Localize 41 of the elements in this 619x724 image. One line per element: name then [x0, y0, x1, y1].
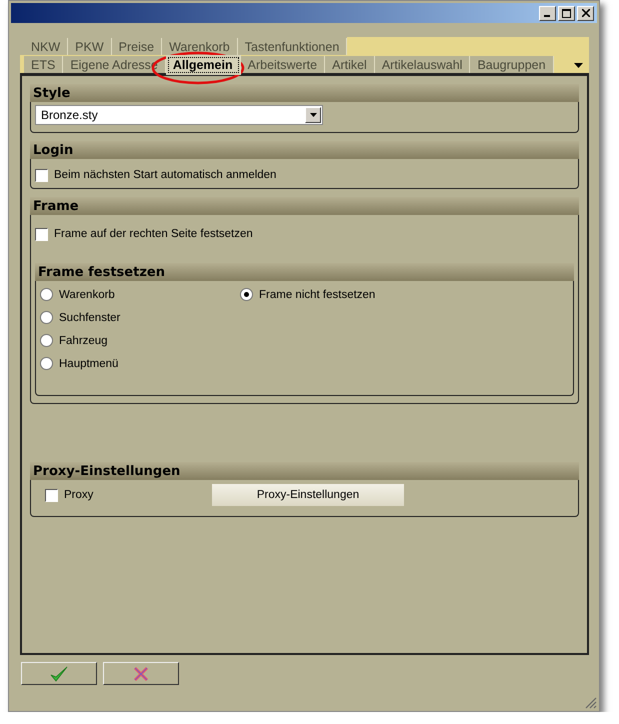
section-header: Style [30, 84, 579, 102]
section-header: Frame [30, 197, 579, 215]
radio-button[interactable]: Warenkorb [40, 283, 240, 306]
checkbox-label: Beim nächsten Start automatisch anmelden [54, 169, 276, 181]
style-dropdown[interactable]: Bronze.sty [35, 105, 323, 125]
tab[interactable]: Baugruppen [470, 56, 554, 73]
tab[interactable]: Preise [112, 38, 162, 55]
radio-button[interactable]: Fahrzeug [40, 329, 240, 352]
tab[interactable]: Allgemein [166, 55, 241, 75]
proxy-settings-button[interactable]: Proxy-Einstellungen [212, 484, 404, 506]
dropdown-arrow-icon[interactable] [574, 63, 583, 68]
checkbox[interactable] [35, 168, 48, 182]
tab[interactable]: Arbeitswerte [240, 56, 326, 73]
radio-button[interactable]: Hauptmenü [40, 352, 240, 375]
checkbox-label: Proxy [64, 489, 94, 501]
checkmark-icon [50, 666, 68, 682]
checkbox[interactable] [45, 488, 58, 502]
checkbox-label: Frame auf der rechten Seite festsetzen [54, 228, 253, 240]
resize-grip-icon[interactable] [585, 697, 597, 709]
close-icon [582, 9, 590, 17]
maximize-icon [562, 8, 571, 18]
ok-button[interactable] [21, 662, 97, 685]
tab[interactable]: Artikel [325, 56, 375, 73]
radio-button[interactable]: Suchfenster [40, 306, 240, 329]
radio-label: Fahrzeug [59, 334, 108, 346]
tab[interactable]: Artikelauswahl [374, 56, 470, 73]
maximize-button[interactable] [558, 6, 575, 20]
radio-label: Warenkorb [59, 288, 115, 300]
cancel-button[interactable] [103, 662, 179, 685]
radio-label: Frame nicht festsetzen [259, 288, 376, 300]
section-header: Login [30, 141, 579, 159]
section-header: Proxy-Einstellungen [30, 462, 579, 480]
tab[interactable]: ETS [24, 56, 64, 73]
cross-icon [133, 666, 149, 682]
group-header: Frame festsetzen [35, 263, 574, 281]
minimize-button[interactable] [539, 6, 556, 20]
close-button[interactable] [577, 6, 594, 20]
radio-button[interactable]: Frame nicht festsetzen [240, 283, 569, 306]
radio-label: Hauptmenü [59, 358, 118, 370]
radio-label: Suchfenster [59, 312, 120, 324]
checkbox[interactable] [35, 228, 48, 240]
